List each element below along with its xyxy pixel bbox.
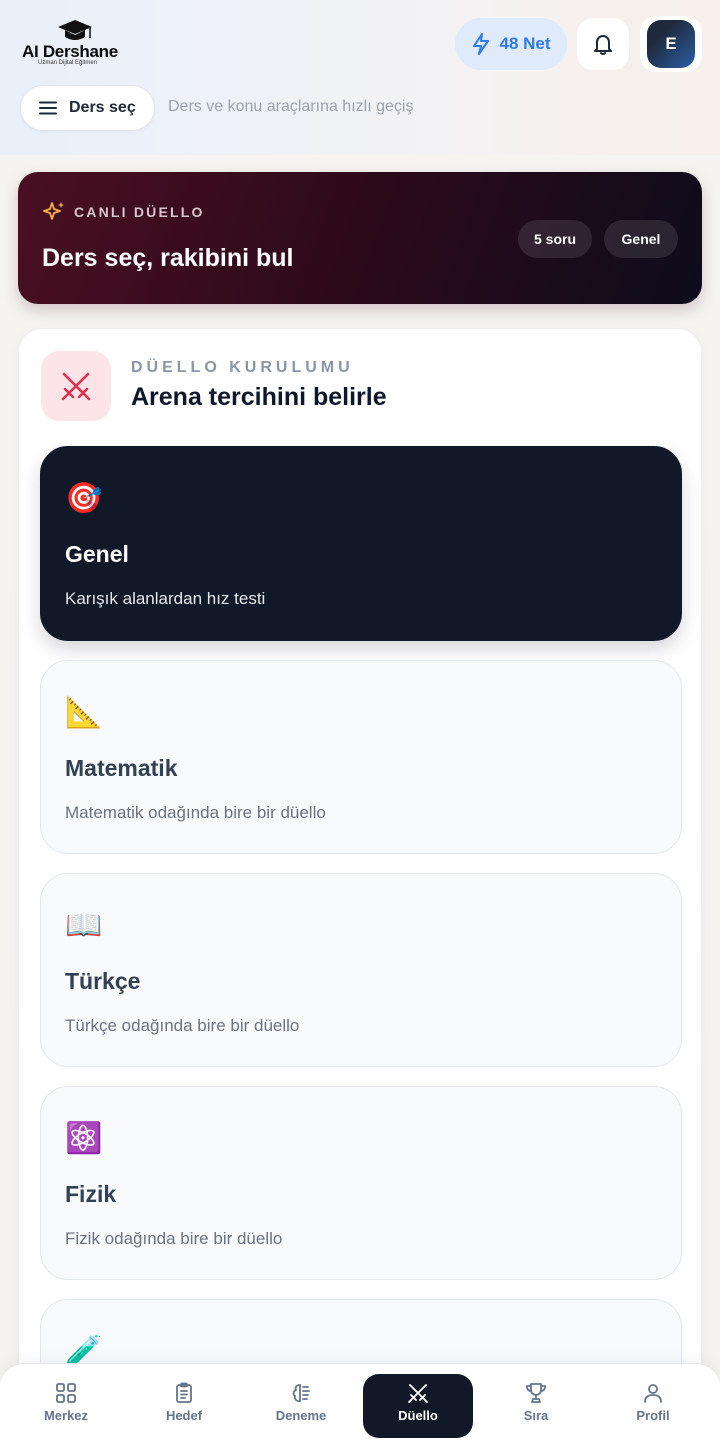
target-icon: 🎯 — [65, 481, 103, 516]
nav-duello[interactable]: Düello — [363, 1374, 473, 1438]
nav-label: Merkez — [43, 1408, 89, 1423]
grid-icon — [56, 1383, 76, 1403]
nav-profil[interactable]: Profil — [598, 1374, 708, 1438]
menu-icon — [39, 101, 57, 115]
option-name: Türkçe — [65, 968, 141, 994]
brand-name: AI Dershane — [22, 42, 118, 61]
banner-kicker-text: CANLI DÜELLO — [74, 204, 205, 220]
nav-label: Sıra — [523, 1408, 549, 1423]
lightning-icon — [473, 33, 490, 55]
net-score-badge[interactable]: 48 Net — [455, 18, 567, 70]
setup-kicker: DÜELLO KURULUMU — [131, 359, 354, 376]
nav-label: Deneme — [275, 1408, 327, 1423]
category-chip: Genel — [604, 220, 678, 258]
trophy-icon — [526, 1383, 546, 1403]
open-book-icon: 📖 — [65, 908, 103, 943]
duel-icon-tile — [41, 351, 111, 421]
bell-icon — [594, 35, 612, 55]
profile-avatar-button[interactable]: E — [640, 16, 702, 72]
option-description: Türkçe odağında bire bir düello — [65, 1016, 300, 1035]
clipboard-icon — [176, 1382, 192, 1403]
option-description: Matematik odağında bire bir düello — [65, 803, 326, 822]
option-genel[interactable]: 🎯 Genel Karışık alanlardan hız testi — [40, 446, 682, 641]
banner-kicker: CANLI DÜELLO — [42, 200, 205, 224]
setup-title: Arena tercihini belirle — [131, 383, 387, 411]
option-name: Matematik — [65, 755, 178, 781]
ders-sec-button[interactable]: Ders seç — [20, 85, 155, 131]
option-fizik[interactable]: ⚛️ Fizik Fizik odağında bire bir düello — [40, 1086, 682, 1280]
ders-hint-text: Ders ve konu araçlarına hızlı geçiş — [168, 98, 414, 115]
user-icon — [644, 1384, 662, 1403]
nav-label: Profil — [636, 1408, 670, 1423]
option-description: Fizik odağında bire bir düello — [65, 1229, 283, 1248]
nav-label: Düello — [398, 1408, 438, 1423]
question-count-chip: 5 soru — [518, 220, 592, 258]
app-logo[interactable]: AI Dershane Uzman Dijital Eğitmen — [22, 18, 132, 68]
live-duel-banner: CANLI DÜELLO Ders seç, rakibini bul 5 so… — [18, 172, 702, 304]
banner-headline: Ders seç, rakibini bul — [42, 244, 294, 272]
nav-merkez[interactable]: Merkez — [11, 1374, 121, 1438]
notifications-button[interactable] — [577, 18, 629, 70]
nav-label: Hedef — [165, 1408, 203, 1423]
option-description: Karışık alanlardan hız testi — [65, 589, 266, 608]
atom-icon: ⚛️ — [65, 1121, 103, 1156]
nav-deneme[interactable]: Deneme — [246, 1374, 356, 1438]
option-name: Fizik — [65, 1181, 117, 1207]
duel-setup-card: DÜELLO KURULUMU Arena tercihini belirle … — [18, 328, 702, 1440]
nav-hedef[interactable]: Hedef — [129, 1374, 239, 1438]
sparkles-icon — [43, 202, 64, 220]
avatar: E — [647, 20, 695, 68]
brain-icon — [292, 1384, 310, 1403]
bottom-navigation: Merkez Hedef Deneme Düello Sıra Profil — [0, 1363, 720, 1440]
net-score-label: 48 Net — [499, 34, 551, 53]
triangle-ruler-icon: 📐 — [65, 695, 103, 730]
option-matematik[interactable]: 📐 Matematik Matematik odağında bire bir … — [40, 660, 682, 854]
brand-tagline: Uzman Dijital Eğitmen — [38, 60, 98, 66]
option-name: Genel — [65, 541, 129, 567]
swords-icon — [408, 1384, 428, 1403]
ders-sec-label: Ders seç — [69, 99, 136, 116]
top-bar: AI Dershane Uzman Dijital Eğitmen 48 Net… — [0, 0, 720, 155]
nav-sira[interactable]: Sıra — [481, 1374, 591, 1438]
swords-icon — [61, 372, 91, 401]
option-turkce[interactable]: 📖 Türkçe Türkçe odağında bire bir düello — [40, 873, 682, 1067]
